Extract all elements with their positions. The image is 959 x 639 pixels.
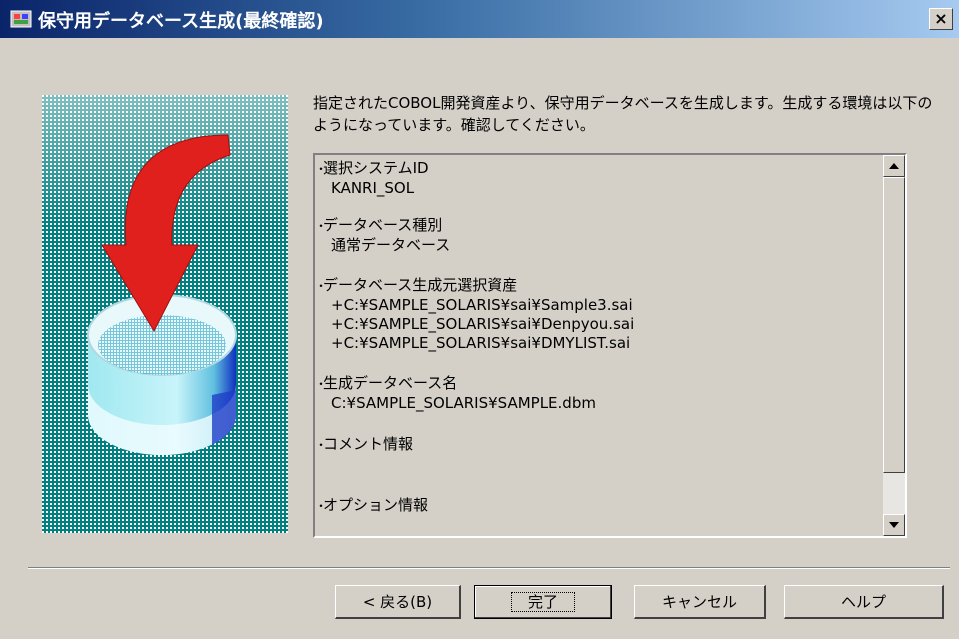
finish-button[interactable]: 完了 xyxy=(474,585,612,619)
help-button[interactable]: ヘルプ xyxy=(784,585,944,619)
close-button[interactable]: × xyxy=(929,8,953,30)
section-source-assets: データベース生成元選択資産 +C:¥SAMPLE_SOLARIS¥sai¥Sam… xyxy=(315,276,875,353)
section-value: +C:¥SAMPLE_SOLARIS¥sai¥Denpyou.sai xyxy=(331,315,635,333)
finish-button-label: 完了 xyxy=(510,592,576,612)
database-arrow-illustration xyxy=(42,95,288,533)
section-options: オプション情報 xyxy=(315,496,875,516)
section-heading: コメント情報 xyxy=(315,435,875,455)
section-heading: 生成データベース名 xyxy=(315,374,875,394)
scroll-up-button[interactable] xyxy=(883,155,905,177)
back-button[interactable]: < 戻る(B) xyxy=(335,585,461,619)
scroll-thumb[interactable] xyxy=(883,177,905,473)
section-heading: 選択システムID xyxy=(315,159,875,179)
app-icon xyxy=(10,10,32,28)
arrow-down-icon xyxy=(889,522,899,528)
summary-listbox[interactable]: 選択システムID KANRI_SOL データベース種別 通常データベース データ… xyxy=(313,153,907,538)
section-value: KANRI_SOL xyxy=(331,179,415,197)
cancel-button[interactable]: キャンセル xyxy=(634,585,766,619)
scroll-down-button[interactable] xyxy=(883,514,905,536)
section-heading: オプション情報 xyxy=(315,496,875,516)
section-value: C:¥SAMPLE_SOLARIS¥SAMPLE.dbm xyxy=(331,394,596,412)
section-db-name: 生成データベース名 C:¥SAMPLE_SOLARIS¥SAMPLE.dbm xyxy=(315,374,875,413)
section-value: +C:¥SAMPLE_SOLARIS¥sai¥DMYLIST.sai xyxy=(331,334,631,352)
intro-text: 指定されたCOBOL開発資産より、保守用データベースを生成します。生成する環境は… xyxy=(313,94,933,134)
arrow-up-icon xyxy=(889,163,899,169)
section-value: +C:¥SAMPLE_SOLARIS¥sai¥Sample3.sai xyxy=(331,296,633,314)
window-title: 保守用データベース生成(最終確認) xyxy=(38,11,324,32)
vertical-scrollbar[interactable] xyxy=(883,155,905,536)
title-bar: 保守用データベース生成(最終確認) × xyxy=(0,0,959,38)
separator xyxy=(28,567,950,569)
section-system-id: 選択システムID KANRI_SOL xyxy=(315,159,875,198)
section-heading: データベース種別 xyxy=(315,216,875,236)
section-comment: コメント情報 xyxy=(315,435,875,455)
section-value: 通常データベース xyxy=(331,236,451,254)
section-heading: データベース生成元選択資産 xyxy=(315,276,875,296)
wizard-illustration xyxy=(42,95,288,533)
section-db-type: データベース種別 通常データベース xyxy=(315,216,875,255)
